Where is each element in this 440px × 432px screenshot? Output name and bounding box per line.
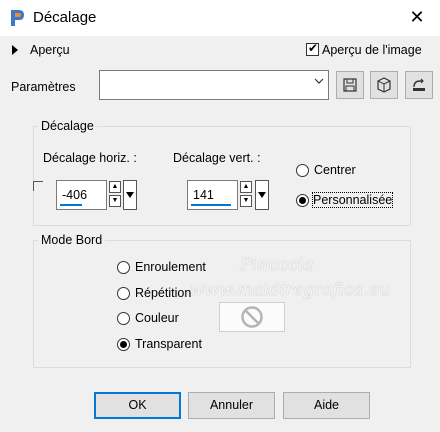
image-preview-label[interactable]: Aperçu de l'image <box>322 43 422 57</box>
horizontal-offset-value: -406 <box>62 188 88 202</box>
spin-up-icon[interactable]: ▲ <box>240 181 252 193</box>
input-underline <box>60 204 82 206</box>
paintshop-pro-icon <box>8 8 26 28</box>
reset-default-icon <box>377 77 391 93</box>
cancel-button[interactable]: Annuler <box>188 392 275 419</box>
edit-presets-icon <box>413 78 425 91</box>
edge-color-swatch[interactable] <box>219 302 285 332</box>
save-preset-icon <box>343 78 357 92</box>
radio-centrer-label[interactable]: Centrer <box>314 163 356 177</box>
spin-down-icon[interactable]: ▼ <box>109 195 121 207</box>
horizontal-offset-spinner[interactable]: ▲ ▼ <box>109 181 123 209</box>
dropdown-arrow-icon <box>258 192 266 198</box>
horizontal-offset-dropdown[interactable] <box>123 180 137 210</box>
chevron-down-icon <box>314 77 324 88</box>
preview-toggle-label[interactable]: Aperçu <box>30 43 70 57</box>
radio-enroulement[interactable] <box>117 261 130 274</box>
close-icon[interactable]: ✕ <box>403 4 431 30</box>
spin-down-icon[interactable]: ▼ <box>240 195 252 207</box>
radio-couleur[interactable] <box>117 312 130 325</box>
radio-centrer[interactable] <box>296 164 309 177</box>
vertical-offset-input[interactable]: 141 <box>187 180 238 210</box>
horizontal-offset-input[interactable]: -406 <box>56 180 107 210</box>
help-button[interactable]: Aide <box>283 392 370 419</box>
link-offsets-checkbox[interactable] <box>33 181 43 191</box>
vertical-offset-value: 141 <box>193 188 214 202</box>
expand-arrow-icon[interactable] <box>12 45 18 55</box>
vertical-offset-dropdown[interactable] <box>255 180 269 210</box>
spin-up-icon[interactable]: ▲ <box>109 181 121 193</box>
offset-group-title: Décalage <box>38 119 97 133</box>
radio-personnalisee[interactable] <box>296 194 309 207</box>
watermark-url: www.maidiregrafica.eu <box>190 280 390 300</box>
radio-couleur-label[interactable]: Couleur <box>135 311 179 325</box>
dropdown-arrow-icon <box>126 192 134 198</box>
horizontal-offset-label: Décalage horiz. : <box>43 151 137 165</box>
input-underline <box>191 204 231 206</box>
radio-enroulement-label[interactable]: Enroulement <box>135 260 206 274</box>
checkmark-icon: ✔ <box>308 41 319 55</box>
edit-presets-button[interactable] <box>405 71 433 99</box>
radio-transparent-label[interactable]: Transparent <box>135 337 202 351</box>
vertical-offset-spinner[interactable]: ▲ ▼ <box>240 181 254 209</box>
save-preset-button[interactable] <box>336 71 364 99</box>
vertical-offset-label: Décalage vert. : <box>173 151 261 165</box>
edge-mode-group-title: Mode Bord <box>38 233 106 247</box>
no-symbol-icon <box>241 306 263 328</box>
radio-repetition-label[interactable]: Répétition <box>135 286 191 300</box>
presets-label: Paramètres <box>11 80 76 94</box>
reset-default-button[interactable] <box>370 71 398 99</box>
radio-repetition[interactable] <box>117 287 130 300</box>
ok-button[interactable]: OK <box>94 392 181 419</box>
window-title: Décalage <box>33 9 97 26</box>
watermark-name: Pinuccia <box>240 255 314 275</box>
image-preview-checkbox[interactable]: ✔ <box>306 41 319 56</box>
radio-transparent[interactable] <box>117 338 130 351</box>
radio-personnalisee-label[interactable]: Personnalisée <box>311 192 394 208</box>
presets-dropdown[interactable] <box>99 70 329 100</box>
